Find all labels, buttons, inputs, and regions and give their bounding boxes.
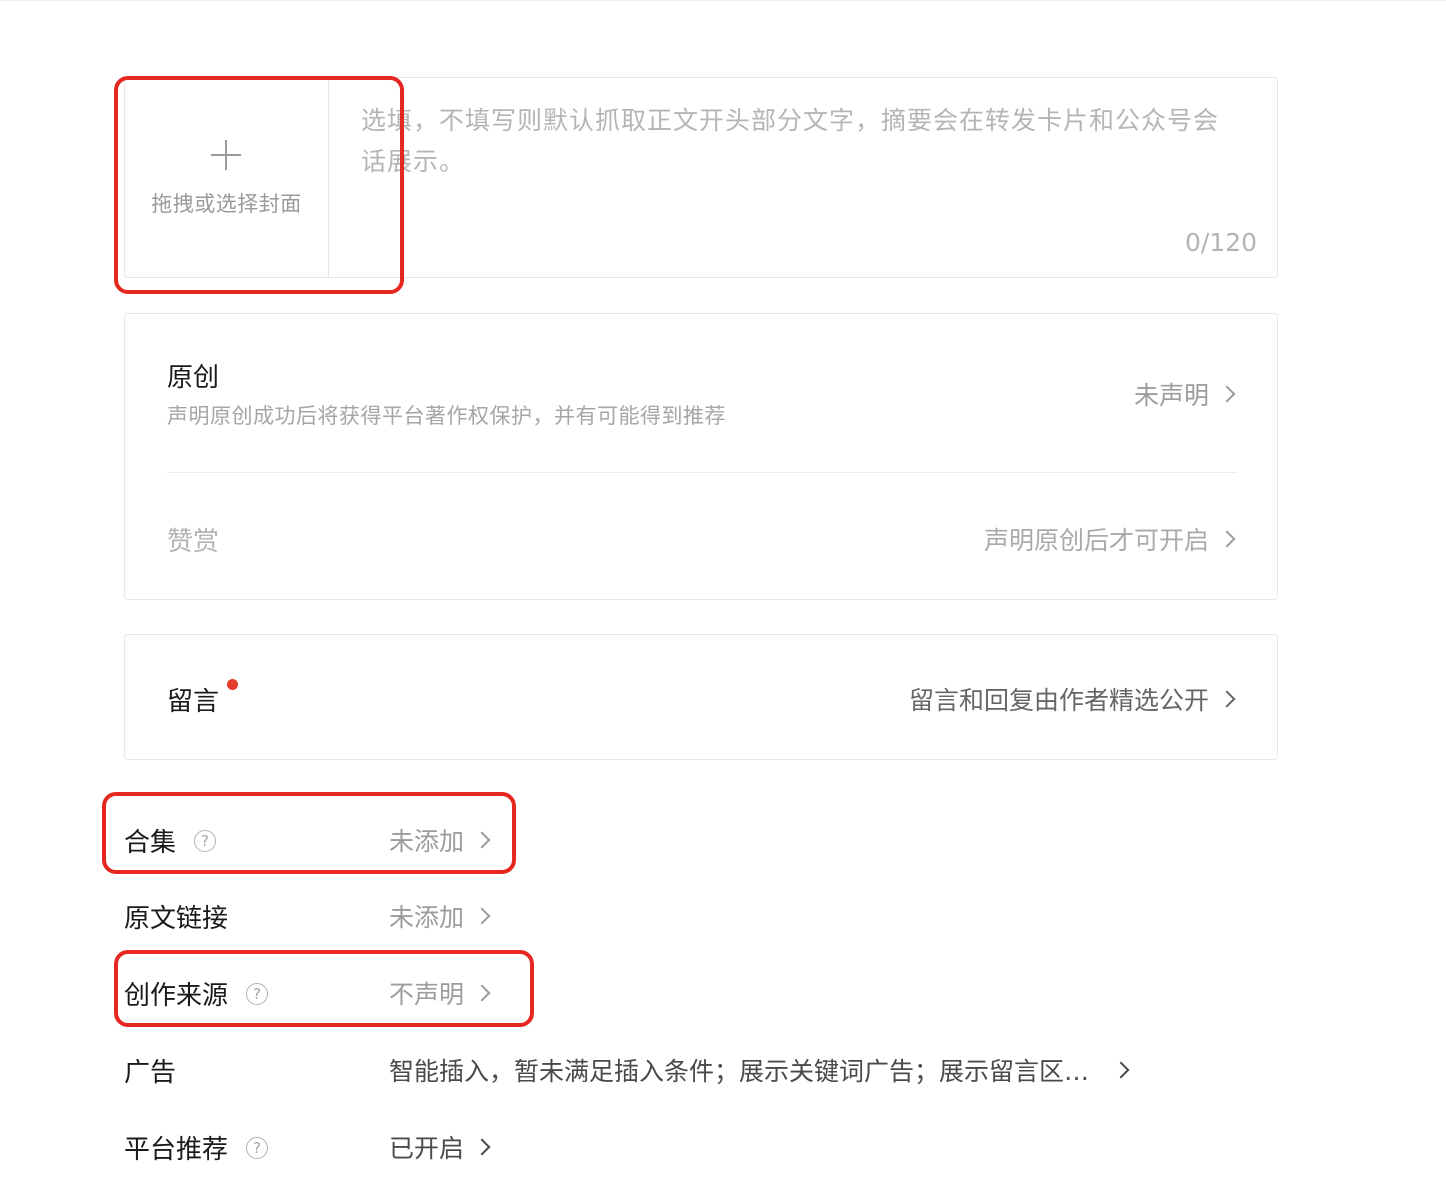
ads-label: 广告 bbox=[124, 1058, 177, 1088]
summary-char-count: 0/120 bbox=[1184, 228, 1257, 257]
chevron-right-icon bbox=[1218, 530, 1236, 548]
creation-source-value-link[interactable]: 不声明 bbox=[389, 975, 492, 1011]
original-value: 未声明 bbox=[1133, 381, 1209, 410]
top-divider bbox=[0, 0, 1446, 1]
setting-label: 平台推荐 ? bbox=[124, 1129, 269, 1166]
ads-value: 智能插入，暂未满足插入条件；展示关键词广告；展示留言区… bbox=[389, 1057, 1090, 1086]
reward-title: 赞赏 bbox=[167, 527, 220, 557]
chevron-right-icon bbox=[1218, 385, 1236, 403]
platform-recommend-value-link[interactable]: 已开启 bbox=[389, 1129, 492, 1165]
setting-label: 原文链接 bbox=[124, 898, 228, 935]
help-icon[interactable]: ? bbox=[246, 982, 269, 1005]
reward-value: 声明原创后才可开启 bbox=[983, 526, 1209, 555]
comment-setting-link[interactable]: 留言和回复由作者精选公开 bbox=[909, 681, 1237, 717]
original-setting-link[interactable]: 未声明 bbox=[1134, 376, 1237, 412]
original-declaration-card: 原创 声明原创成功后将获得平台著作权保护，并有可能得到推荐 未声明 赞赏 声明原… bbox=[124, 313, 1278, 600]
comment-title: 留言 bbox=[167, 687, 220, 717]
summary-input[interactable]: 选填，不填写则默认抓取正文开头部分文字，摘要会在转发卡片和公众号会话展示。 bbox=[361, 100, 1241, 182]
setting-label: 广告 bbox=[124, 1052, 176, 1089]
setting-label: 创作来源 ? bbox=[124, 975, 269, 1012]
platform-recommend-label: 平台推荐 bbox=[124, 1135, 229, 1165]
chevron-right-icon bbox=[473, 831, 491, 849]
help-icon[interactable]: ? bbox=[194, 829, 217, 852]
source-link-value: 未添加 bbox=[389, 903, 465, 932]
chevron-right-icon bbox=[473, 1138, 491, 1156]
collection-value-link[interactable]: 未添加 bbox=[389, 822, 492, 858]
creation-source-value: 不声明 bbox=[389, 980, 465, 1009]
cover-upload-area[interactable]: 拖拽或选择封面 bbox=[125, 78, 329, 277]
chevron-right-icon bbox=[1218, 690, 1236, 708]
chevron-right-icon bbox=[473, 984, 491, 1002]
cover-upload-label: 拖拽或选择封面 bbox=[151, 192, 302, 216]
ads-value-link[interactable]: 智能插入，暂未满足插入条件；展示关键词广告；展示留言区… bbox=[389, 1052, 1131, 1088]
original-description: 声明原创成功后将获得平台著作权保护，并有可能得到推荐 bbox=[167, 404, 726, 428]
cover-summary-card: 拖拽或选择封面 选填，不填写则默认抓取正文开头部分文字，摘要会在转发卡片和公众号… bbox=[124, 77, 1278, 278]
collection-label: 合集 bbox=[124, 828, 177, 858]
source-link-label: 原文链接 bbox=[124, 904, 229, 934]
chevron-right-icon bbox=[1112, 1061, 1130, 1079]
source-link-value-link[interactable]: 未添加 bbox=[389, 898, 492, 934]
setting-label: 合集 ? bbox=[124, 822, 217, 859]
original-title: 原创 bbox=[167, 363, 220, 393]
notification-dot bbox=[227, 679, 238, 690]
chevron-right-icon bbox=[473, 907, 491, 925]
platform-recommend-value: 已开启 bbox=[389, 1134, 465, 1163]
comment-value: 留言和回复由作者精选公开 bbox=[908, 686, 1209, 715]
help-icon[interactable]: ? bbox=[246, 1136, 269, 1159]
collection-value: 未添加 bbox=[389, 827, 465, 856]
reward-setting-link[interactable]: 声明原创后才可开启 bbox=[984, 521, 1237, 557]
comment-setting-card[interactable]: 留言 留言和回复由作者精选公开 bbox=[124, 634, 1278, 760]
plus-icon bbox=[211, 140, 241, 170]
creation-source-label: 创作来源 bbox=[124, 981, 229, 1011]
divider bbox=[167, 472, 1237, 473]
